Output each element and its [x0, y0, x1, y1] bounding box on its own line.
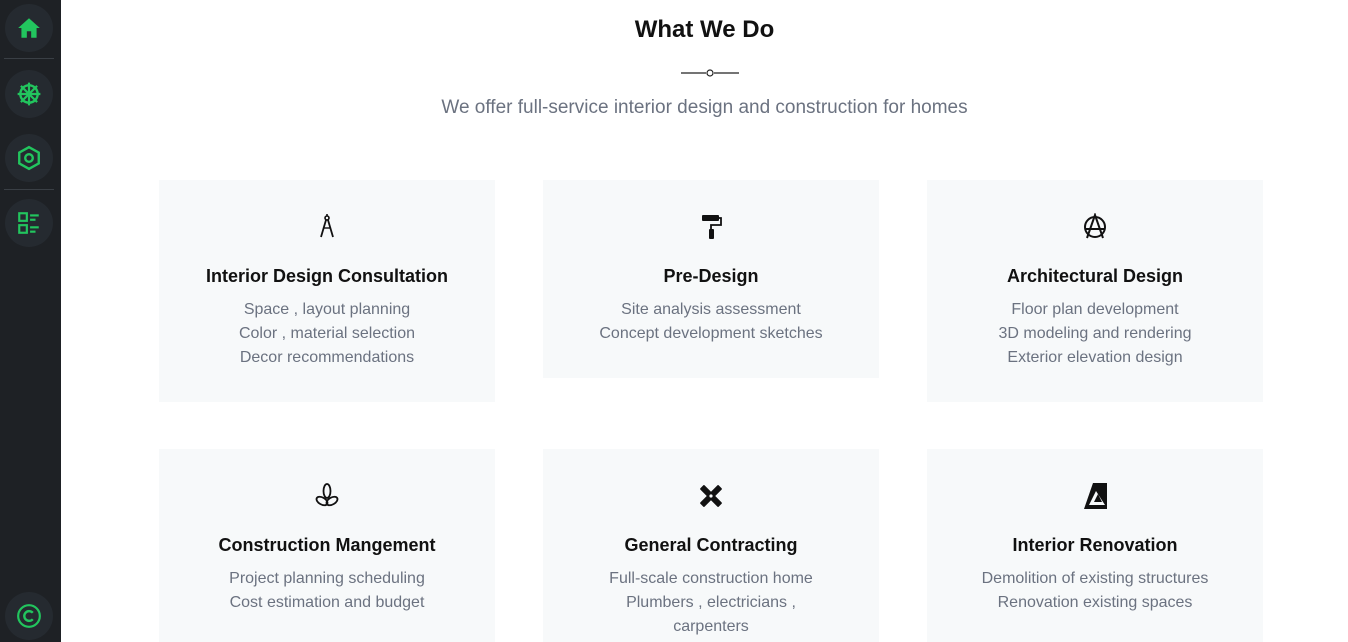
service-item: Project planning scheduling — [229, 570, 425, 587]
sidebar-item-copyright[interactable] — [5, 592, 53, 640]
service-card: General Contracting Full-scale construct… — [543, 449, 879, 642]
affinity-icon — [1083, 482, 1107, 510]
section-subtitle: We offer full-service interior design an… — [441, 97, 968, 118]
anarchy-icon — [1083, 211, 1107, 241]
section-title: What We Do — [634, 16, 775, 43]
service-item: Floor plan development — [1011, 301, 1179, 318]
service-card: Pre-Design Site analysis assessment Conc… — [543, 180, 879, 378]
trefoil-icon — [315, 482, 339, 510]
sidebar — [0, 0, 61, 642]
list-icon — [18, 212, 39, 234]
service-item: Concept development sketches — [599, 325, 823, 342]
pencil-ruler-icon — [699, 482, 723, 510]
service-list: Project planning scheduling Cost estimat… — [159, 567, 495, 615]
service-item: Renovation existing spaces — [997, 594, 1193, 611]
service-item: 3D modeling and rendering — [998, 325, 1192, 342]
main-content: What We Do We offer full-service interio… — [61, 0, 1348, 642]
service-item: Demolition of existing structures — [981, 570, 1209, 587]
service-item: Plumbers , electricians , — [626, 594, 796, 611]
service-title: General Contracting — [624, 535, 798, 555]
service-card: Construction Mangement Project planning … — [159, 449, 495, 642]
service-item: Exterior elevation design — [1007, 349, 1183, 366]
hexagon-icon — [18, 145, 40, 171]
service-list: Demolition of existing structures Renova… — [927, 567, 1263, 615]
service-card: Architectural Design Floor plan developm… — [927, 180, 1263, 402]
service-title: Architectural Design — [1006, 266, 1184, 286]
sidebar-item-hexagon[interactable] — [5, 134, 53, 182]
sidebar-divider — [4, 58, 54, 59]
service-list: Full-scale construction home Plumbers , … — [543, 567, 879, 639]
service-item: Decor recommendations — [239, 349, 415, 366]
helm-icon — [17, 82, 41, 106]
home-icon — [18, 18, 40, 38]
sidebar-divider — [4, 189, 54, 190]
sidebar-item-list[interactable] — [5, 199, 53, 247]
service-card: Interior Design Consultation Space , lay… — [159, 180, 495, 402]
compass-icon — [315, 213, 339, 241]
service-title: Construction Mangement — [218, 535, 436, 555]
service-card: Interior Renovation Demolition of existi… — [927, 449, 1263, 642]
service-item: Color , material selection — [238, 325, 416, 342]
service-item: Site analysis assessment — [621, 301, 801, 318]
paint-roller-icon — [699, 213, 723, 241]
service-list: Site analysis assessment Concept develop… — [543, 298, 879, 346]
service-title: Interior Design Consultation — [205, 266, 448, 286]
service-list: Space , layout planning Color , material… — [159, 298, 495, 370]
service-item: Cost estimation and budget — [229, 594, 425, 611]
title-divider — [681, 69, 739, 77]
sidebar-item-home[interactable] — [5, 4, 53, 52]
copyright-icon — [17, 604, 41, 628]
service-list: Floor plan development 3D modeling and r… — [927, 298, 1263, 370]
service-title: Pre-Design — [663, 266, 759, 286]
service-item: Space , layout planning — [243, 301, 411, 318]
service-item: Full-scale construction home — [609, 570, 813, 587]
sidebar-item-helm[interactable] — [5, 70, 53, 118]
service-item: carpenters — [673, 618, 749, 635]
service-title: Interior Renovation — [1012, 535, 1178, 555]
